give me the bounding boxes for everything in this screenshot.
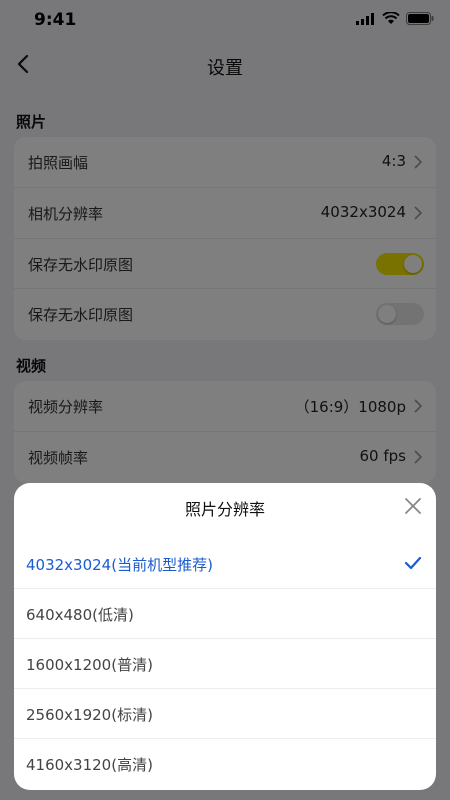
checkmark-icon [404,556,422,570]
option-label: 640x480(低清) [26,606,134,624]
option-label: 1600x1200(普清) [26,656,153,674]
option-label: 2560x1920(标清) [26,706,153,724]
resolution-option[interactable]: 1600x1200(普清) [14,639,436,689]
resolution-option[interactable]: 2560x1920(标清) [14,689,436,739]
close-icon[interactable] [404,497,422,515]
resolution-sheet: 照片分辨率 4032x3024(当前机型推荐) 640x480(低清) 1600… [14,483,436,790]
resolution-option[interactable]: 4160x3120(高清) [14,739,436,789]
option-label: 4160x3120(高清) [26,756,153,774]
sheet-title: 照片分辨率 [184,500,265,519]
option-label: 4032x3024(当前机型推荐) [26,556,213,574]
resolution-option[interactable]: 4032x3024(当前机型推荐) [14,539,436,589]
resolution-option[interactable]: 640x480(低清) [14,589,436,639]
